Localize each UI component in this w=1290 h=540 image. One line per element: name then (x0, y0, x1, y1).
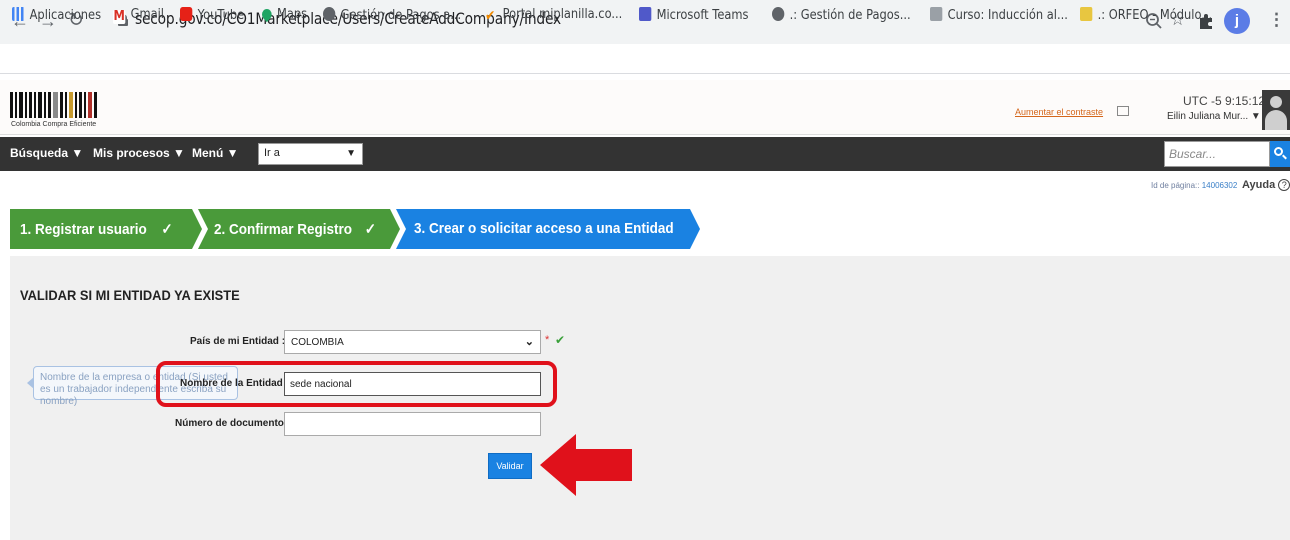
bookmark-miplanilla[interactable]: ✔ Portal miplanilla.co... (485, 7, 622, 23)
gmail-icon: M (113, 9, 126, 24)
help-link[interactable]: Ayuda ? (1242, 179, 1290, 191)
chevron-down-icon: ⌄ (524, 336, 534, 348)
required-asterisk: * (545, 334, 550, 346)
highlight-box (156, 361, 557, 407)
go-to-select[interactable]: Ir a ▼ (258, 143, 363, 165)
search-button[interactable] (1270, 141, 1290, 167)
increase-contrast-link[interactable]: Aumentar el contraste (1015, 107, 1103, 117)
page-icon (930, 7, 943, 21)
youtube-icon (180, 7, 193, 21)
bookmark-gestion-pagos-2[interactable]: .: Gestión de Pagos... (772, 7, 911, 23)
colombia-compra-logo[interactable]: Colombia Compra Eficiente (10, 92, 110, 132)
checkmark-icon: ✔ (485, 8, 496, 24)
nav-busqueda[interactable]: Búsqueda ▼ (10, 146, 83, 160)
document-number-label: Número de documento : (175, 418, 291, 429)
user-menu[interactable]: Eilin Juliana Mur... ▼ (1167, 111, 1261, 122)
step-3-label: 3. Crear o solicitar acceso a una Entida… (414, 220, 674, 237)
session-time: UTC -5 9:15:12 (1183, 94, 1266, 108)
step-1-label: 1. Registrar usuario ✓ (20, 221, 173, 238)
bookmarks-bar (0, 44, 1290, 74)
checkmark-icon: ✓ (161, 221, 173, 238)
globe-icon (323, 7, 336, 21)
bookmark-youtube[interactable]: YouTube (180, 7, 244, 23)
valid-check-icon: ✔ (555, 333, 566, 347)
globe-icon (772, 7, 785, 21)
bookmark-teams[interactable]: Microsoft Teams (639, 7, 749, 23)
bookmark-apps[interactable]: Aplicaciones (12, 7, 101, 23)
page-title: VALIDAR SI MI ENTIDAD YA EXISTE (20, 287, 240, 303)
contrast-icon[interactable] (1117, 106, 1129, 116)
red-pointer-arrow-icon (540, 434, 632, 496)
dropdown-arrow-icon: ▼ (346, 148, 356, 159)
nav-mis-procesos[interactable]: Mis procesos ▼ (93, 146, 185, 160)
page-id: Id de página:: 14006302 (1151, 181, 1238, 190)
bookmark-gmail[interactable]: M Gmail (113, 7, 164, 24)
apps-grid-icon (12, 7, 25, 21)
country-label: País de mi Entidad : (190, 336, 286, 347)
profile-avatar[interactable]: j (1224, 8, 1250, 34)
bookmark-maps[interactable]: Maps (259, 6, 307, 23)
logo-caption: Colombia Compra Eficiente (11, 121, 97, 128)
step-2-label: 2. Confirmar Registro ✓ (214, 221, 377, 238)
bookmark-gestion-pagos[interactable]: Gestión de Pagos a... (323, 7, 461, 23)
bookmark-orfeo[interactable]: .: ORFEO - Módulo... (1080, 7, 1212, 23)
site-search-input[interactable]: Buscar... (1164, 141, 1270, 167)
maps-pin-icon (259, 6, 274, 23)
bookmark-curso[interactable]: Curso: Inducción al... (930, 7, 1068, 23)
help-question-icon: ? (1278, 179, 1290, 191)
more-menu-icon[interactable]: ⋮ (1268, 10, 1285, 30)
orfeo-icon (1080, 7, 1093, 21)
document-number-input[interactable] (284, 412, 541, 436)
nav-menu[interactable]: Menú ▼ (192, 146, 239, 160)
validate-button[interactable]: Validar (488, 453, 532, 479)
teams-icon (639, 7, 652, 21)
checkmark-icon: ✓ (364, 221, 377, 238)
user-avatar[interactable] (1262, 90, 1290, 130)
country-select[interactable]: COLOMBIA ⌄ (284, 330, 541, 354)
